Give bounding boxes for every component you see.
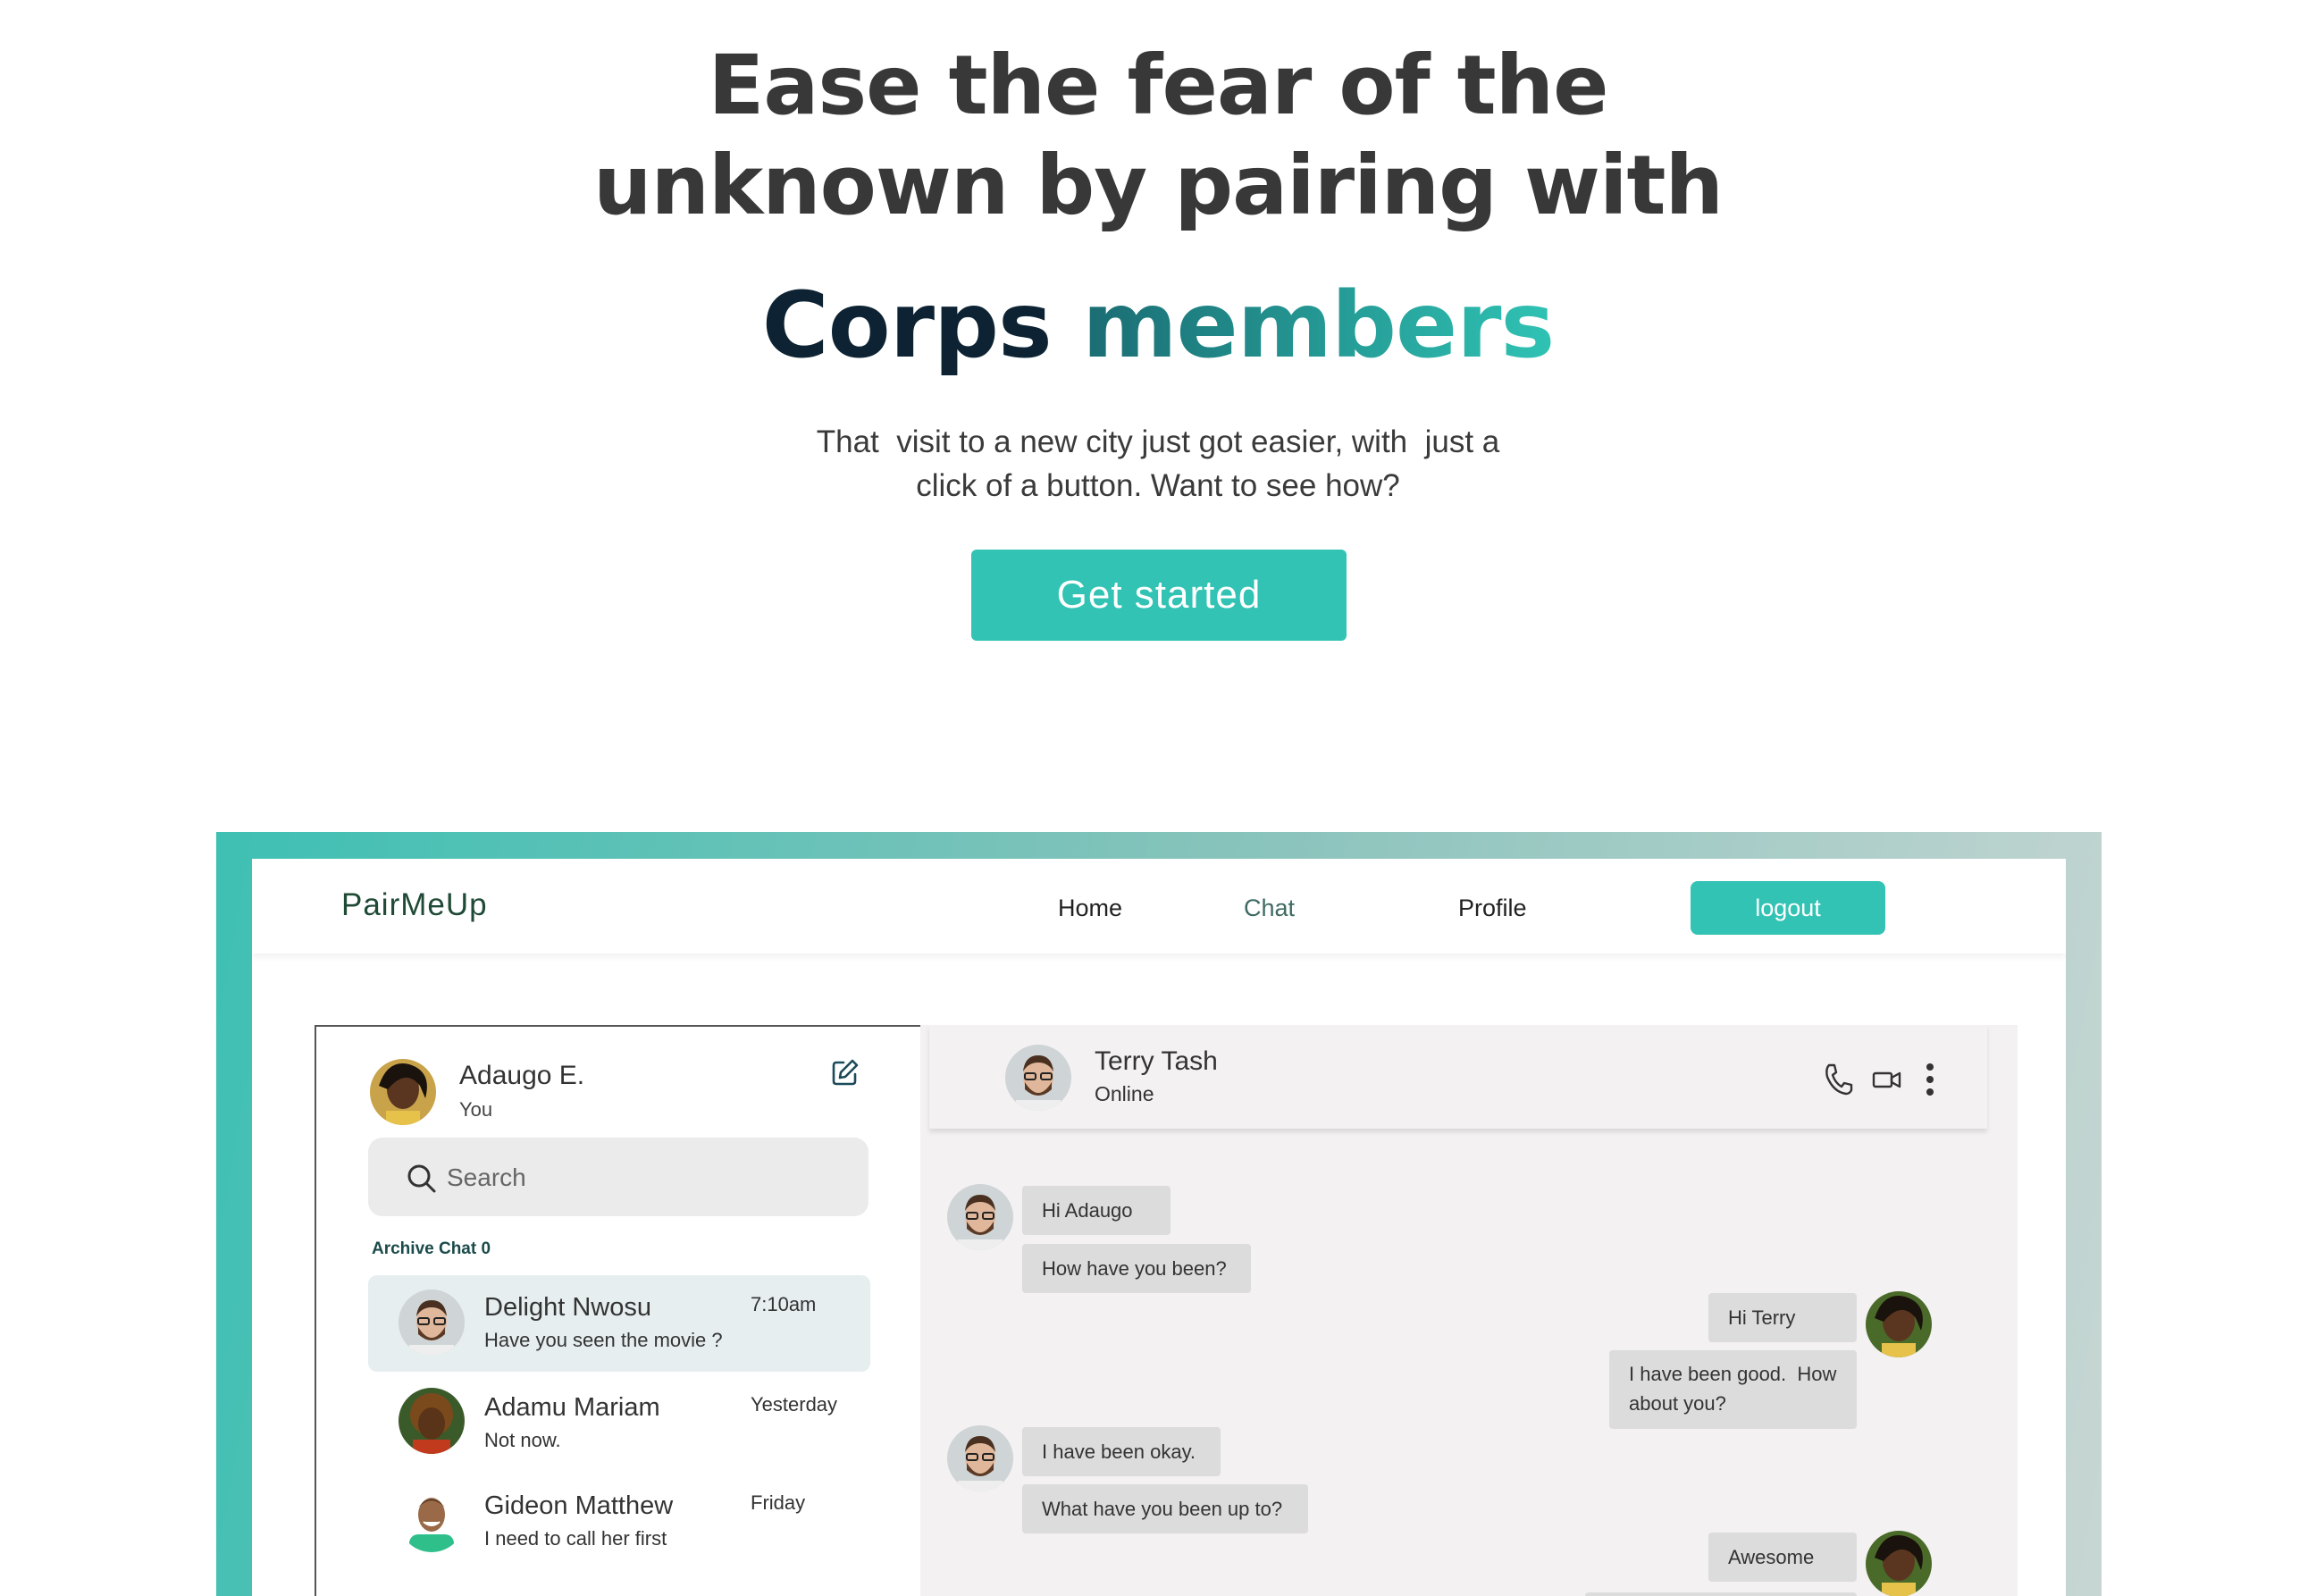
conversation-header: Terry Tash Online <box>929 1025 1987 1129</box>
message-bubble-received: How have you been? <box>1022 1244 1251 1293</box>
contact-avatar <box>399 1289 465 1356</box>
message-line-1: I have been good. How <box>1629 1363 1837 1385</box>
app-navbar: PairMeUp Home Chat Profile logout <box>252 859 2066 953</box>
hero-subtitle-line-1: That visit to a new city just got easier… <box>816 424 1500 459</box>
video-icon[interactable] <box>1872 1063 1902 1096</box>
edit-icon[interactable] <box>830 1057 860 1088</box>
accent-word-corps: Corps <box>761 273 1053 379</box>
phone-icon[interactable] <box>1823 1063 1853 1096</box>
accent-word-members: members <box>1082 273 1555 379</box>
message-bubble-received: What have you been up to? <box>1022 1484 1308 1533</box>
search-icon <box>406 1163 438 1195</box>
peer-status: Online <box>1095 1082 1154 1105</box>
contact-name: Delight Nwosu <box>484 1293 651 1322</box>
last-message: Have you seen the movie ? <box>484 1329 723 1351</box>
message-bubble-sent: I have been good. How about you? <box>1609 1350 1857 1429</box>
chat-list-panel: Adaugo E. You Search Archive Chat 0 Deli… <box>315 1025 922 1596</box>
nav-profile[interactable]: Profile <box>1458 895 1527 922</box>
app-preview-frame: PairMeUp Home Chat Profile logout Adaugo… <box>216 832 2102 1596</box>
my-message-avatar <box>1866 1531 1932 1596</box>
logout-button[interactable]: logout <box>1691 881 1885 935</box>
get-started-button[interactable]: Get started <box>971 550 1347 641</box>
peer-name: Terry Tash <box>1095 1046 1218 1076</box>
archive-chat-link[interactable]: Archive Chat 0 <box>372 1239 491 1259</box>
conversation-panel: Terry Tash Online Hi Adaugo How have you… <box>920 1025 2018 1596</box>
peer-avatar[interactable] <box>1005 1045 1071 1111</box>
message-time: Friday <box>751 1491 806 1514</box>
contact-name: Adamu Mariam <box>484 1393 660 1422</box>
message-line-2: about you? <box>1629 1392 1726 1415</box>
message-time: Yesterday <box>751 1393 838 1415</box>
hero-subtitle: That visit to a new city just got easier… <box>756 420 1560 508</box>
chat-list-item[interactable]: Gideon Matthew I need to call her first … <box>368 1474 870 1570</box>
contact-avatar <box>399 1486 465 1552</box>
last-message: I need to call her first <box>484 1527 667 1550</box>
hero-title-line-1: Ease the fear of the <box>708 38 1608 133</box>
more-vertical-icon[interactable] <box>1921 1063 1939 1096</box>
contact-name: Gideon Matthew <box>484 1491 674 1520</box>
hero-title-line-2: unknown by pairing with <box>592 138 1724 233</box>
last-message: Not now. <box>484 1429 561 1451</box>
message-bubble-received: Hi Adaugo <box>1022 1186 1171 1235</box>
message-bubble-received: I have been okay. <box>1022 1427 1221 1476</box>
brand-logo[interactable]: PairMeUp <box>341 887 488 923</box>
my-avatar[interactable] <box>370 1059 436 1125</box>
message-bubble-sent: Hi Terry <box>1708 1293 1857 1342</box>
nav-chat[interactable]: Chat <box>1244 895 1295 922</box>
my-subtitle: You <box>459 1098 493 1121</box>
message-bubble-sent: Awesome <box>1708 1533 1857 1582</box>
peer-message-avatar <box>947 1184 1013 1250</box>
message-time: 7:10am <box>751 1293 817 1315</box>
hero-title: Ease the fear of the unknown by pairing … <box>0 36 2316 236</box>
chat-list-item[interactable]: Adamu Mariam Not now. Yesterday <box>368 1375 870 1472</box>
message-bubble-sent-partial <box>1585 1592 1857 1596</box>
contact-avatar <box>399 1388 465 1454</box>
my-message-avatar <box>1866 1291 1932 1357</box>
hero-subtitle-line-2: click of a button. Want to see how? <box>916 468 1400 503</box>
nav-home[interactable]: Home <box>1058 895 1122 922</box>
search-input[interactable]: Search <box>368 1138 868 1216</box>
search-placeholder: Search <box>447 1163 526 1191</box>
app-preview: PairMeUp Home Chat Profile logout Adaugo… <box>252 859 2066 1596</box>
my-name: Adaugo E. <box>459 1061 585 1090</box>
hero-accent-heading: Corps members <box>0 268 2316 384</box>
chat-list-item[interactable]: Delight Nwosu Have you seen the movie ? … <box>368 1275 870 1372</box>
peer-message-avatar <box>947 1425 1013 1491</box>
